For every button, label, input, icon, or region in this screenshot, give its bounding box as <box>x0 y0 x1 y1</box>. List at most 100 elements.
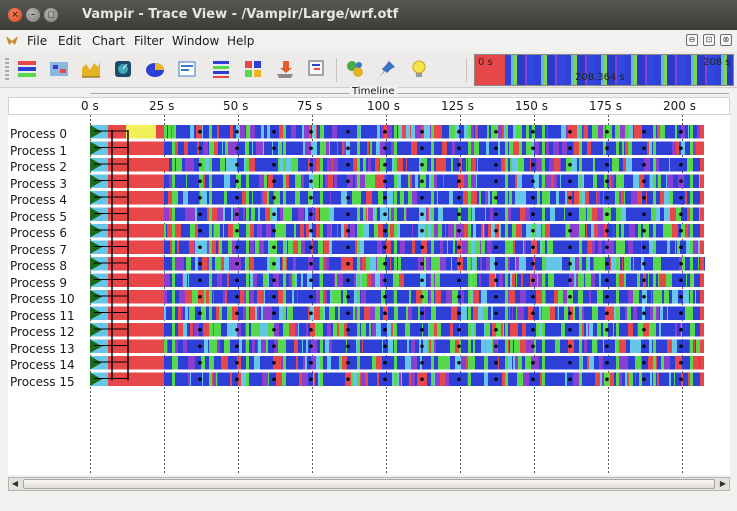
trace-segment <box>246 240 249 254</box>
trace-segment <box>518 356 522 370</box>
trace-segment <box>267 174 268 188</box>
process-summary-icon[interactable] <box>210 58 232 80</box>
trace-segment <box>598 339 603 353</box>
function-summary-icon[interactable] <box>144 58 166 80</box>
menu-chart[interactable]: Chart <box>92 34 125 48</box>
trace-segment <box>217 125 219 139</box>
trace-segment <box>479 141 480 155</box>
trace-segment <box>468 207 471 221</box>
pin-icon[interactable] <box>376 58 398 80</box>
trace-segment <box>373 372 377 386</box>
trace-segment <box>315 372 316 386</box>
mpi-segment <box>108 290 164 304</box>
trace-segment <box>286 372 288 386</box>
overview-duration-label: 208.364 s <box>575 72 625 83</box>
scrollbar-thumb[interactable] <box>23 479 715 489</box>
trace-segment <box>410 273 416 287</box>
trace-segment <box>486 141 489 155</box>
menu-filter[interactable]: Filter <box>134 34 164 48</box>
trace-segment <box>479 158 484 172</box>
trace-segment <box>653 356 656 370</box>
process-timeline-icon[interactable] <box>48 58 70 80</box>
trace-segment <box>220 158 225 172</box>
trace-segment <box>371 158 375 172</box>
trace-segment <box>553 240 558 254</box>
trace-segment <box>213 191 218 205</box>
trace-segment <box>620 306 625 320</box>
trace-segment <box>461 356 466 370</box>
master-timeline[interactable]: Process 0 Process 1 Process 2 Process 3 Proc… <box>8 115 730 475</box>
trace-segment <box>517 174 522 188</box>
trace-segment <box>302 125 304 139</box>
horizontal-scrollbar[interactable]: ◀ ▶ <box>8 477 730 491</box>
mdi-close-button[interactable]: ⊗ <box>720 34 732 46</box>
menu-window[interactable]: Window <box>172 34 219 48</box>
trace-segment <box>256 141 261 155</box>
mdi-restore-button[interactable]: ⊡ <box>703 34 715 46</box>
counter-timeline-icon[interactable] <box>80 58 102 80</box>
trace-segment <box>699 372 700 386</box>
trace-segment <box>228 240 232 254</box>
trace-segment <box>613 323 614 337</box>
mpi-segment <box>700 240 704 254</box>
minimize-window-button[interactable]: – <box>26 8 40 22</box>
performance-radar-icon[interactable] <box>112 58 134 80</box>
trace-segment <box>223 356 228 370</box>
menu-file[interactable]: File <box>27 34 47 48</box>
message-marker <box>494 195 498 200</box>
trace-segment <box>632 290 633 304</box>
trace-segment <box>583 356 587 370</box>
trace-segment <box>351 290 352 304</box>
trace-segment <box>172 356 175 370</box>
trace-segment <box>512 273 515 287</box>
master-timeline-icon[interactable] <box>16 58 38 80</box>
trace-segment <box>217 273 222 287</box>
time-ruler[interactable]: 0 s 25 s 50 s 75 s 100 s 125 s 150 s 175… <box>8 97 730 115</box>
trace-segment <box>388 339 393 353</box>
trace-segment <box>339 356 342 370</box>
communication-matrix-icon[interactable] <box>242 58 264 80</box>
io-summary-icon[interactable] <box>274 58 296 80</box>
trace-segment <box>611 273 614 287</box>
trace-segment <box>415 240 421 254</box>
trace-segment <box>164 240 167 254</box>
trace-segment <box>387 158 392 172</box>
trace-segment <box>584 339 587 353</box>
trace-canvas[interactable] <box>8 115 730 475</box>
trace-segment <box>576 273 578 287</box>
trace-segment <box>246 257 249 271</box>
message-marker <box>420 245 424 250</box>
trace-segment <box>653 273 656 287</box>
trace-segment <box>536 158 541 172</box>
hint-icon[interactable] <box>408 58 430 80</box>
trace-segment <box>258 174 259 188</box>
trace-segment <box>431 224 434 238</box>
trace-segment <box>482 125 487 139</box>
maximize-window-button[interactable]: ◻ <box>44 8 58 22</box>
trace-segment <box>188 273 189 287</box>
menu-help[interactable]: Help <box>227 34 254 48</box>
trace-segment <box>561 240 565 254</box>
trace-segment <box>213 207 217 221</box>
trace-segment <box>264 290 265 304</box>
mdi-minimize-button[interactable]: ⊖ <box>686 34 698 46</box>
trace-segment <box>300 224 304 238</box>
scroll-right-icon[interactable]: ▶ <box>717 478 729 490</box>
function-filter-icon[interactable] <box>344 58 366 80</box>
trace-segment <box>352 290 354 304</box>
menu-edit[interactable]: Edit <box>58 34 81 48</box>
trace-segment <box>250 290 254 304</box>
trace-segment <box>167 356 170 370</box>
toolbar-grip[interactable] <box>5 58 9 82</box>
message-summary-icon[interactable] <box>176 58 198 80</box>
zoom-overview[interactable]: 0 s 208.364 s 208 s <box>474 54 734 86</box>
trace-segment <box>590 125 592 139</box>
trace-segment <box>266 257 267 271</box>
scroll-left-icon[interactable]: ◀ <box>9 478 21 490</box>
close-window-button[interactable]: × <box>8 8 22 22</box>
trace-segment <box>513 356 515 370</box>
trace-segment <box>426 191 430 205</box>
trace-segment <box>557 306 558 320</box>
call-tree-icon[interactable] <box>306 58 328 80</box>
message-marker <box>309 179 313 184</box>
